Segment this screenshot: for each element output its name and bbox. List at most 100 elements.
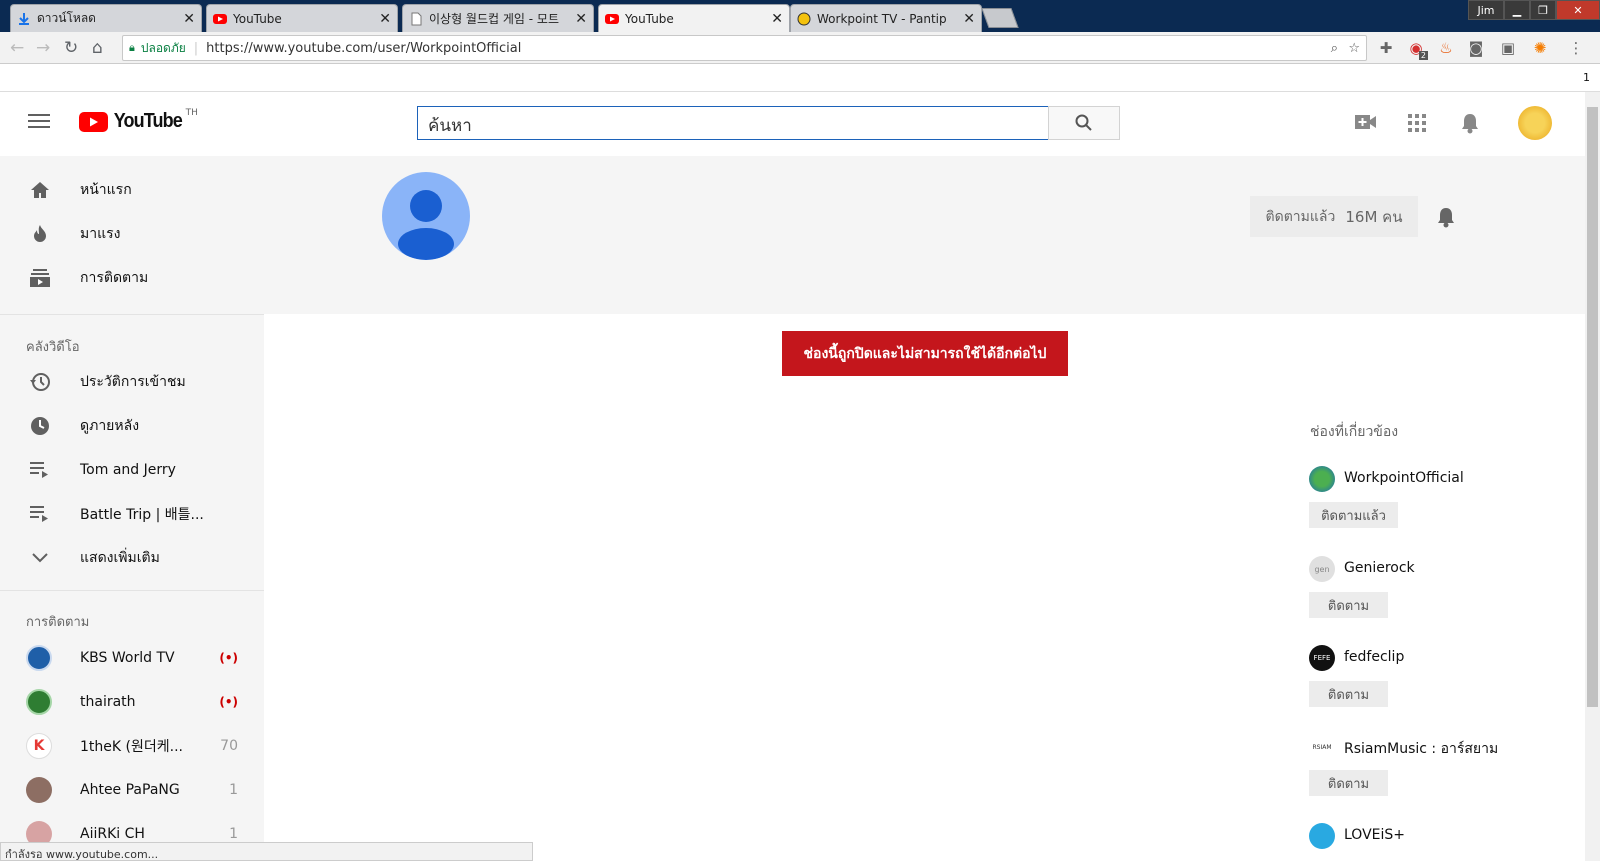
tab-youtube-active[interactable]: YouTube ✕ [598, 4, 790, 32]
extension-chat-icon[interactable]: ▣ [1498, 38, 1518, 58]
sidebar-item-history[interactable]: ประวัติการเข้าชม [0, 362, 264, 402]
extension-swirl-icon[interactable]: ✺ [1530, 38, 1550, 58]
sidebar-item-label: KBS World TV [80, 650, 175, 666]
live-icon: (•) [219, 695, 238, 709]
close-icon[interactable]: ✕ [379, 11, 391, 27]
related-channel-name: WorkpointOfficial [1344, 470, 1464, 486]
page-icon [409, 12, 423, 26]
playlist-icon [28, 502, 52, 526]
star-icon[interactable]: ☆ [1348, 41, 1360, 56]
avatar [26, 645, 52, 671]
sidebar-item-label: Tom and Jerry [80, 462, 176, 478]
forward-icon[interactable]: → [36, 38, 50, 58]
sidebar-item-label: Battle Trip | 배틀... [80, 507, 204, 523]
zoom-icon[interactable]: ⌕ [1331, 41, 1338, 56]
tab-downloads[interactable]: ดาวน์โหลด ✕ [10, 4, 202, 32]
hamburger-menu-icon[interactable] [28, 112, 50, 134]
tab-youtube-1[interactable]: YouTube ✕ [206, 4, 398, 32]
bookmark-count: 1 [1583, 71, 1590, 84]
avatar [26, 689, 52, 715]
profile-button[interactable]: Jim [1468, 0, 1504, 20]
youtube-logo[interactable]: YouTube TH [79, 107, 198, 133]
sidebar-item-label: การติดตาม [80, 270, 149, 286]
scrollbar-thumb[interactable] [1587, 107, 1598, 707]
pantip-icon [797, 12, 811, 26]
notifications-bell-icon[interactable] [1460, 112, 1480, 138]
back-icon[interactable]: ← [10, 38, 24, 58]
sidebar: หน้าแรก มาแรง การติดตาม คลังวิดีโอ ประวั… [0, 156, 264, 861]
apps-grid-icon[interactable] [1408, 114, 1426, 136]
reload-icon[interactable]: ↻ [64, 38, 78, 58]
sidebar-item-ahtee-papang[interactable]: Ahtee PaPaNG 1 [0, 770, 264, 810]
new-tab-button[interactable] [981, 8, 1019, 28]
window-controls: Jim ▁ ❐ ✕ [1468, 0, 1600, 20]
region-code: TH [185, 107, 198, 118]
subscribe-button[interactable]: ติดตาม [1309, 592, 1388, 618]
flame-icon [28, 222, 52, 246]
sidebar-item-show-more[interactable]: แสดงเพิ่มเติม [0, 538, 264, 578]
upload-video-icon[interactable] [1355, 114, 1377, 134]
subscriptions-icon [28, 266, 52, 290]
subscribed-button[interactable]: ติดตามแล้ว 16M คน [1250, 196, 1418, 237]
sidebar-item-kbs-world-tv[interactable]: KBS World TV (•) [0, 638, 264, 678]
sidebar-item-trending[interactable]: มาแรง [0, 214, 264, 254]
page-scrollbar[interactable] [1585, 92, 1600, 861]
tab-title: Workpoint TV - Pantip [817, 11, 947, 26]
close-window-button[interactable]: ✕ [1556, 0, 1600, 20]
search-icon [1075, 114, 1092, 131]
extension-camera-icon[interactable]: ◙ [1466, 38, 1486, 58]
sidebar-item-playlist-tom-and-jerry[interactable]: Tom and Jerry [0, 450, 264, 490]
subscribed-button[interactable]: ติดตามแล้ว [1309, 502, 1398, 528]
sidebar-item-label: มาแรง [80, 226, 121, 242]
close-icon[interactable]: ✕ [183, 11, 195, 27]
related-channel-name: RsiamMusic : อาร์สยาม [1344, 741, 1499, 757]
chevron-down-icon [28, 546, 52, 570]
menu-icon[interactable]: ⋮ [1566, 38, 1586, 58]
sidebar-item-label: แสดงเพิ่มเติม [80, 550, 160, 566]
channel-terminated-alert: ช่องนี้ถูกปิดและไม่สามารถใช้ได้อีกต่อไป [782, 331, 1068, 376]
minimize-button[interactable]: ▁ [1504, 0, 1530, 20]
tab-title: 이상형 월드컵 게임 - 모트 [429, 12, 559, 26]
search-input[interactable]: ค้นหา [417, 106, 1049, 140]
home-icon [28, 178, 52, 202]
subscribe-button[interactable]: ติดตาม [1309, 681, 1388, 707]
extension-flame-icon[interactable]: ♨ [1436, 38, 1456, 58]
channel-avatar [382, 172, 470, 260]
related-channels-heading: ช่องที่เกี่ยวข้อง [1310, 424, 1399, 440]
subscriptions-heading: การติดตาม [26, 615, 90, 630]
youtube-header: YouTube TH ค้นหา [0, 92, 1585, 156]
live-icon: (•) [219, 651, 238, 665]
download-icon [17, 12, 31, 26]
sidebar-item-thairath[interactable]: thairath (•) [0, 682, 264, 722]
sidebar-item-1thek[interactable]: K 1theK (원더케... 70 [0, 726, 264, 766]
browser-toolbar: ← → ↻ ⌂ 🔒︎ ปลอดภัย | https://www.youtube… [0, 32, 1600, 64]
new-video-count: 1 [229, 782, 238, 798]
home-icon[interactable]: ⌂ [92, 38, 103, 58]
tab-worldcup[interactable]: 이상형 월드컵 게임 - 모트 ✕ [402, 4, 594, 32]
close-icon[interactable]: ✕ [575, 11, 587, 27]
search-button[interactable] [1048, 106, 1120, 140]
address-bar[interactable]: 🔒︎ ปลอดภัย | https://www.youtube.com/use… [122, 35, 1367, 61]
subscribe-button[interactable]: ติดตาม [1309, 770, 1388, 796]
extension-adblock-icon[interactable]: ◉ 2 [1406, 38, 1428, 60]
security-label: ปลอดภัย [140, 40, 186, 55]
extension-puzzle-icon[interactable]: ✚ [1376, 38, 1396, 58]
sidebar-item-watch-later[interactable]: ดูภายหลัง [0, 406, 264, 446]
sidebar-item-subscriptions[interactable]: การติดตาม [0, 258, 264, 298]
tab-title: YouTube [625, 11, 674, 26]
account-avatar[interactable] [1518, 106, 1552, 140]
restore-button[interactable]: ❐ [1530, 0, 1556, 20]
close-icon[interactable]: ✕ [771, 11, 783, 27]
sidebar-item-home[interactable]: หน้าแรก [0, 170, 264, 210]
bookmark-bar: 1 [0, 65, 1600, 92]
avatar: gen [1309, 556, 1335, 582]
tab-pantip[interactable]: Workpoint TV - Pantip ✕ [790, 4, 982, 32]
close-icon[interactable]: ✕ [963, 11, 975, 27]
sidebar-item-playlist-battle-trip[interactable]: Battle Trip | 배틀... [0, 494, 264, 534]
related-channel-name: LOVEiS+ [1344, 827, 1406, 843]
sidebar-item-label: หน้าแรก [80, 182, 132, 198]
notification-bell-icon[interactable] [1436, 206, 1456, 232]
new-video-count: 70 [220, 738, 238, 754]
playlist-icon [28, 458, 52, 482]
avatar [1309, 823, 1335, 849]
